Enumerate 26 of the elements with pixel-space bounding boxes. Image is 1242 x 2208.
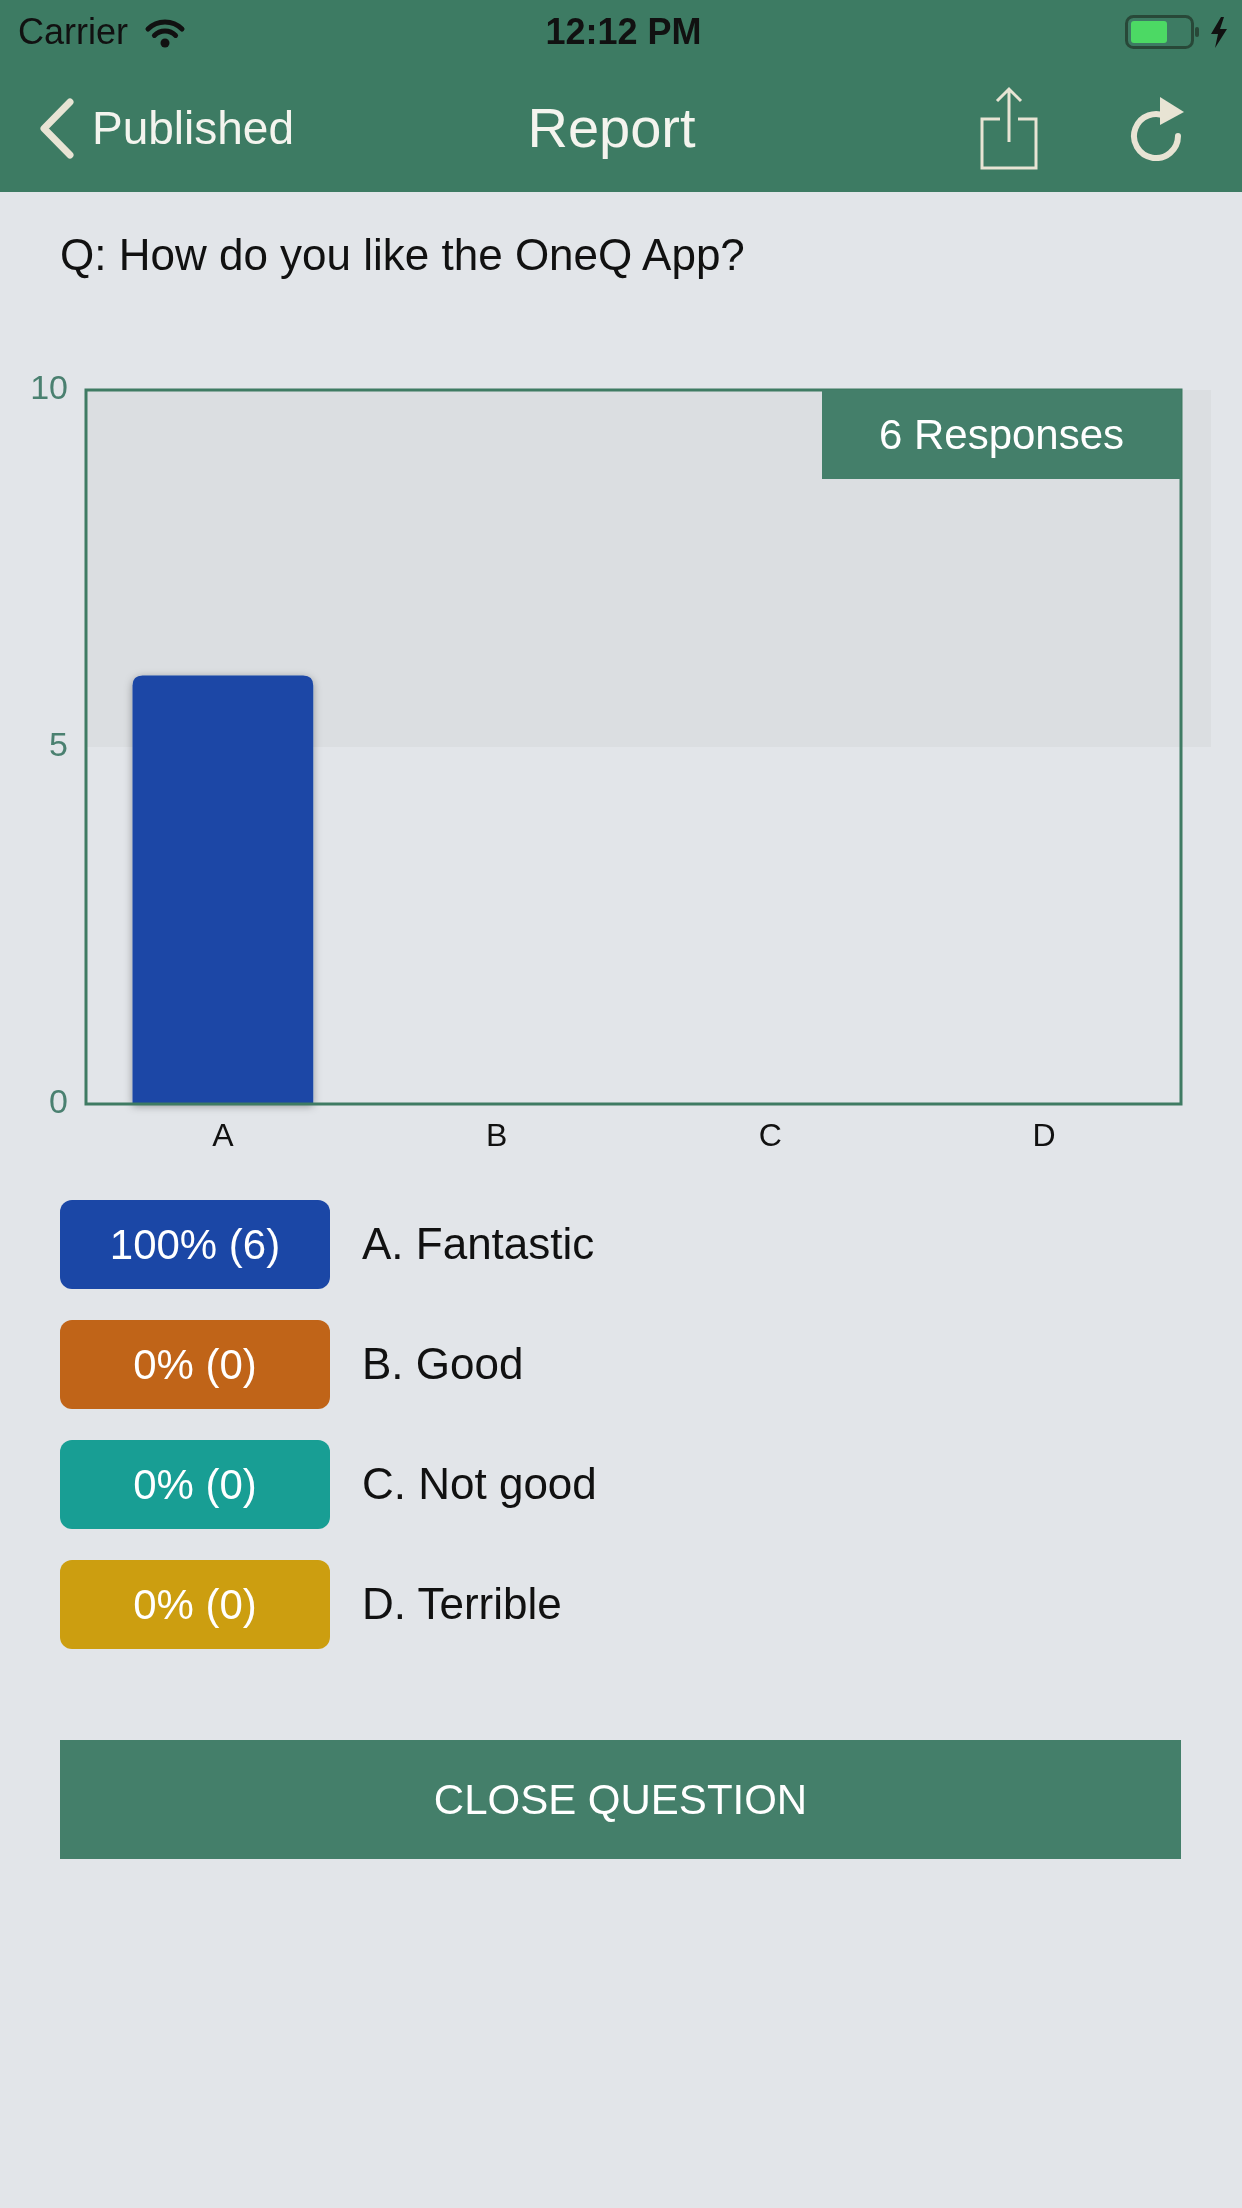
y-tick-label: 10 xyxy=(30,370,68,406)
answer-label: B. Good xyxy=(362,1338,524,1391)
x-tick-label: A xyxy=(212,1117,234,1154)
answer-label: A. Fantastic xyxy=(362,1218,595,1271)
share-button[interactable] xyxy=(980,86,1038,170)
wifi-icon xyxy=(144,16,186,48)
x-tick-label: B xyxy=(485,1117,508,1154)
result-badge: 100% (6) xyxy=(60,1200,330,1289)
question-text: Q: How do you like the OneQ App? xyxy=(60,229,745,281)
result-badge: 0% (0) xyxy=(60,1320,330,1409)
x-tick-label: C xyxy=(758,1117,782,1154)
y-tick-label: 5 xyxy=(49,725,68,763)
answer-label: C. Not good xyxy=(362,1458,597,1511)
share-icon xyxy=(980,86,1038,170)
time-text: 12:12 PM xyxy=(545,14,702,50)
chevron-left-icon xyxy=(38,97,75,159)
result-badge: 0% (0) xyxy=(60,1560,330,1649)
battery-charging-icon xyxy=(1125,15,1229,49)
responses-count-tag: 6 Responses xyxy=(822,390,1181,479)
result-badge: 0% (0) xyxy=(60,1440,330,1529)
close-question-button[interactable]: CLOSE QUESTION xyxy=(60,1740,1181,1859)
carrier-text: Carrier xyxy=(18,14,128,50)
x-tick-label: D xyxy=(1032,1117,1056,1154)
back-button[interactable]: Published xyxy=(38,97,295,159)
y-tick-label: 0 xyxy=(49,1082,68,1120)
answer-label: D. Terrible xyxy=(362,1578,562,1631)
